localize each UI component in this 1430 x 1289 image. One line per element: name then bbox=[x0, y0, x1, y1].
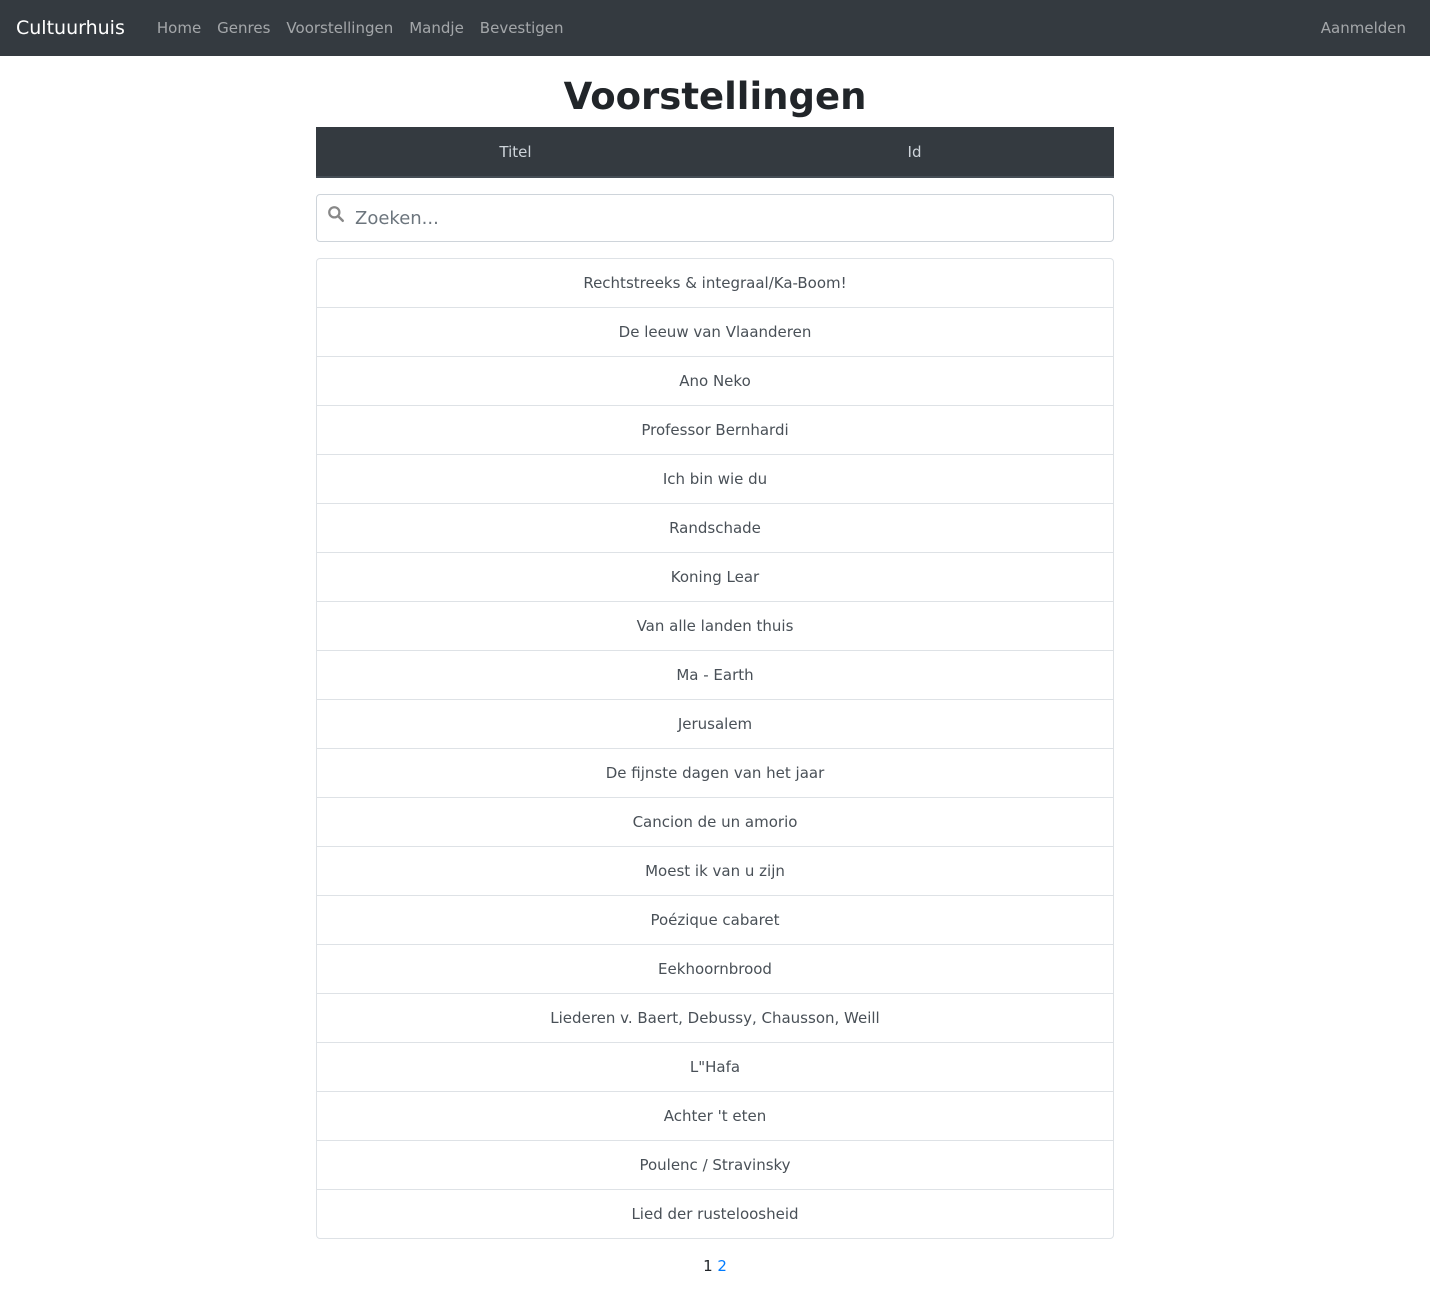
list-item[interactable]: Lied der rusteloosheid bbox=[317, 1190, 1113, 1238]
list-item[interactable]: Ma - Earth bbox=[317, 651, 1113, 700]
list-item[interactable]: Professor Bernhardi bbox=[317, 406, 1113, 455]
list-item[interactable]: Rechtstreeks & integraal/Ka-Boom! bbox=[317, 259, 1113, 308]
list-item[interactable]: Poézique cabaret bbox=[317, 896, 1113, 945]
navbar: Cultuurhuis Home Genres Voorstellingen M… bbox=[0, 0, 1430, 56]
page-title: Voorstellingen bbox=[563, 75, 867, 118]
list-item[interactable]: Achter 't eten bbox=[317, 1092, 1113, 1141]
list-item[interactable]: Ich bin wie du bbox=[317, 455, 1113, 504]
nav-link-voorstellingen[interactable]: Voorstellingen bbox=[278, 19, 401, 37]
nav-links: Home Genres Voorstellingen Mandje Bevest… bbox=[149, 19, 1321, 37]
list-item[interactable]: Van alle landen thuis bbox=[317, 602, 1113, 651]
list-item[interactable]: Ano Neko bbox=[317, 357, 1113, 406]
voorstellingen-list: Rechtstreeks & integraal/Ka-Boom! De lee… bbox=[316, 258, 1114, 1239]
list-item[interactable]: Randschade bbox=[317, 504, 1113, 553]
list-item[interactable]: Koning Lear bbox=[317, 553, 1113, 602]
list-item[interactable]: Eekhoornbrood bbox=[317, 945, 1113, 994]
list-item[interactable]: Poulenc / Stravinsky bbox=[317, 1141, 1113, 1190]
list-item[interactable]: Cancion de un amorio bbox=[317, 798, 1113, 847]
search-box bbox=[316, 194, 1114, 242]
nav-link-mandje[interactable]: Mandje bbox=[401, 19, 472, 37]
list-item[interactable]: Liederen v. Baert, Debussy, Chausson, We… bbox=[317, 994, 1113, 1043]
list-item[interactable]: Jerusalem bbox=[317, 700, 1113, 749]
column-header-titel[interactable]: Titel bbox=[316, 143, 715, 161]
login-link[interactable]: Aanmelden bbox=[1321, 19, 1414, 37]
nav-link-home[interactable]: Home bbox=[149, 19, 209, 37]
search-icon bbox=[328, 206, 344, 222]
search-input[interactable] bbox=[355, 195, 1113, 241]
page-current: 1 bbox=[703, 1257, 713, 1275]
pagination: 1 2 bbox=[316, 1257, 1114, 1275]
table-header: Titel Id bbox=[316, 127, 1114, 178]
main-content: Voorstellingen Titel Id Rechtstreeks & i… bbox=[316, 56, 1114, 1275]
brand-link[interactable]: Cultuurhuis bbox=[16, 17, 125, 39]
list-item[interactable]: Moest ik van u zijn bbox=[317, 847, 1113, 896]
list-item[interactable]: L"Hafa bbox=[317, 1043, 1113, 1092]
list-item[interactable]: De leeuw van Vlaanderen bbox=[317, 308, 1113, 357]
nav-link-bevestigen[interactable]: Bevestigen bbox=[472, 19, 572, 37]
column-header-id[interactable]: Id bbox=[715, 143, 1114, 161]
list-item[interactable]: De fijnste dagen van het jaar bbox=[317, 749, 1113, 798]
page-link-next[interactable]: 2 bbox=[717, 1257, 727, 1275]
nav-link-genres[interactable]: Genres bbox=[209, 19, 278, 37]
